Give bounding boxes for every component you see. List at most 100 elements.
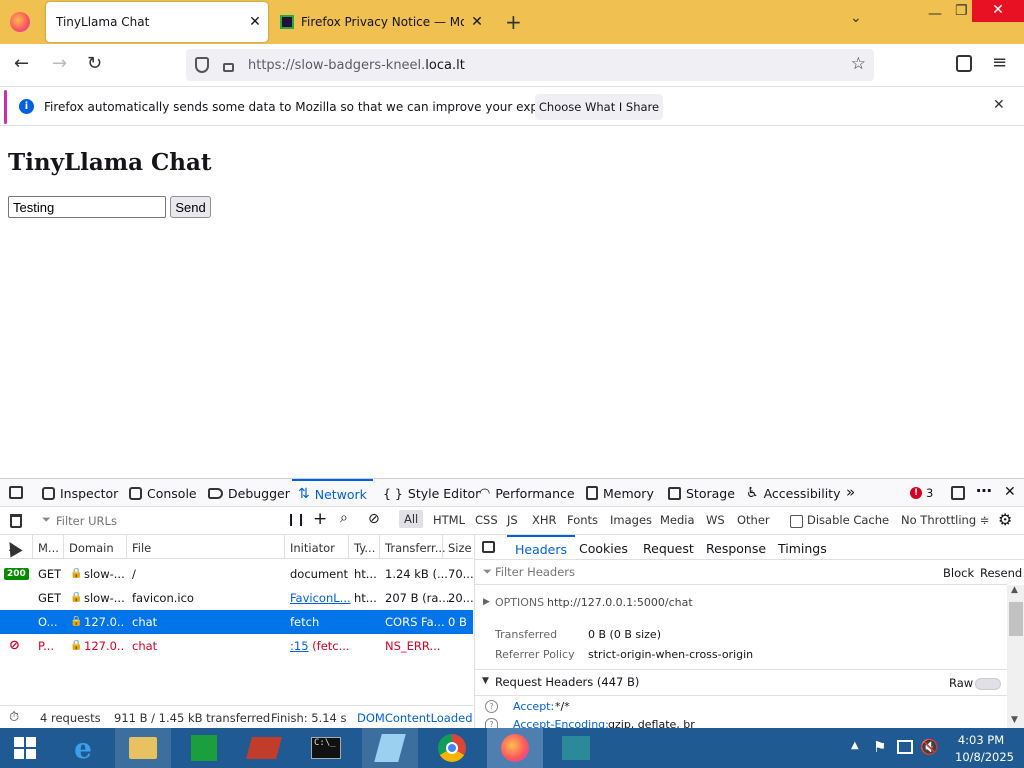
raw-toggle[interactable] <box>975 678 1001 690</box>
filter-media-button[interactable]: Media <box>660 513 695 527</box>
tab-firefox-privacy[interactable]: Firefox Privacy Notice — Mozill ✕ <box>272 2 490 42</box>
request-row[interactable]: 200 GET 🔒 slow-... / document ht... 1.24… <box>0 562 474 586</box>
lock-icon[interactable] <box>223 62 234 72</box>
clock-time[interactable]: 4:03 PM <box>955 733 1007 747</box>
tab-inspector[interactable]: Inspector <box>42 479 118 507</box>
error-count-badge[interactable]: ! 3 <box>910 486 933 500</box>
request-row-error[interactable]: ⊘ P... 🔒 127.0... chat :15 (fetc... NS_E… <box>0 634 473 658</box>
element-picker-icon[interactable] <box>9 486 23 499</box>
throttling-select[interactable]: No Throttling ≑ <box>901 513 989 527</box>
chrome-icon[interactable] <box>424 728 480 768</box>
scrollbar[interactable]: ▲ ▼ <box>1007 585 1024 729</box>
clear-trash-icon[interactable] <box>10 514 22 528</box>
reload-icon[interactable]: ↻ <box>87 53 102 74</box>
network-icon[interactable] <box>897 740 913 754</box>
tab-storage[interactable]: Storage <box>668 479 735 507</box>
firefox-taskbar-icon[interactable] <box>487 728 543 768</box>
tab-network[interactable]: ⇅ Network <box>292 479 373 507</box>
clock-date[interactable]: 10/8/2025 <box>955 750 1014 764</box>
filter-xhr-button[interactable]: XHR <box>532 513 557 527</box>
column-transferred[interactable]: Transferr... <box>385 541 446 555</box>
panel-tab-headers[interactable]: Headers <box>507 535 576 559</box>
column-initiator[interactable]: Initiator <box>290 541 335 555</box>
column-type[interactable]: Ty... <box>354 541 375 555</box>
list-tabs-chevron-icon[interactable]: ⌄ <box>850 10 862 26</box>
command-prompt-icon[interactable]: C:\_ <box>298 728 354 768</box>
chat-input[interactable] <box>8 196 166 218</box>
resend-button[interactable]: Resend <box>980 566 1022 580</box>
filter-headers-input[interactable] <box>495 563 895 581</box>
help-icon[interactable]: ? <box>485 700 498 713</box>
filter-html-button[interactable]: HTML <box>433 513 465 527</box>
dock-options-icon[interactable] <box>951 486 965 500</box>
store-icon[interactable] <box>176 728 232 768</box>
filter-fonts-button[interactable]: Fonts <box>567 513 598 527</box>
volume-muted-icon[interactable]: 🔇 <box>920 738 939 756</box>
back-arrow-icon[interactable]: ← <box>14 53 29 74</box>
add-request-icon[interactable]: + <box>313 509 327 529</box>
choose-what-i-share-button[interactable]: Choose What I Share <box>535 94 663 120</box>
column-file[interactable]: File <box>132 541 151 555</box>
filter-js-button[interactable]: JS <box>507 513 518 527</box>
forward-arrow-icon[interactable]: → <box>52 53 67 74</box>
performance-analysis-icon[interactable]: ⏱ <box>9 710 19 725</box>
firefox-logo-icon[interactable] <box>10 12 30 32</box>
tab-accessibility[interactable]: ♿ Accessibility <box>746 479 840 507</box>
url-bar[interactable]: https://slow-badgers-kneel.loca.lt ☆ <box>186 49 874 81</box>
scroll-down-arrow-icon[interactable]: ▼ <box>1011 715 1018 725</box>
start-button[interactable] <box>0 728 50 768</box>
tab-performance[interactable]: ◠ Performance <box>479 479 575 507</box>
column-method[interactable]: M... <box>38 541 59 555</box>
close-devtools-icon[interactable]: ✕ <box>1004 484 1016 500</box>
notepad-icon[interactable] <box>362 728 418 768</box>
request-row-selected[interactable]: O... 🔒 127.0... chat fetch CORS Fa... 0 … <box>0 610 473 634</box>
filter-urls-input[interactable] <box>56 511 266 531</box>
network-settings-gear-icon[interactable]: ⚙ <box>998 510 1012 529</box>
filter-other-button[interactable]: Other <box>737 513 770 527</box>
request-initiator[interactable]: :15 <box>290 639 309 653</box>
tab-style-editor[interactable]: { } Style Editor <box>383 479 480 507</box>
minimize-button[interactable]: — <box>928 6 942 22</box>
app-menu-icon[interactable]: ≡ <box>992 52 1007 73</box>
tab-debugger[interactable]: Debugger <box>208 479 290 507</box>
disable-cache-checkbox[interactable] <box>790 515 803 528</box>
show-hidden-icons-chevron-icon[interactable]: ▲ <box>851 740 859 751</box>
close-notification-icon[interactable]: ✕ <box>993 97 1005 113</box>
scrollbar-thumb[interactable] <box>1009 602 1023 636</box>
filter-images-button[interactable]: Images <box>610 513 652 527</box>
panel-tab-response[interactable]: Response <box>706 541 766 556</box>
panel-tab-request[interactable]: Request <box>643 541 694 556</box>
panel-tab-timings[interactable]: Timings <box>778 541 827 556</box>
close-tab-icon[interactable]: ✕ <box>464 14 490 30</box>
tracking-shield-icon[interactable] <box>195 57 209 73</box>
request-headers-section[interactable]: Request Headers (447 B) <box>495 675 639 689</box>
column-size[interactable]: Size <box>448 541 472 555</box>
app-icon[interactable] <box>236 728 292 768</box>
bookmark-star-icon[interactable]: ☆ <box>851 54 866 74</box>
close-window-button[interactable]: ✕ <box>972 0 1024 22</box>
new-tab-button[interactable]: + <box>505 10 522 34</box>
block-icon[interactable]: ⊘ <box>368 511 380 527</box>
filter-css-button[interactable]: CSS <box>475 513 498 527</box>
block-button[interactable]: Block <box>943 566 974 580</box>
close-tab-icon[interactable]: ✕ <box>242 14 268 30</box>
tab-memory[interactable]: Memory <box>586 479 654 507</box>
action-center-flag-icon[interactable]: ⚑ <box>873 738 886 756</box>
search-icon[interactable]: ⌕ <box>340 510 348 526</box>
file-explorer-icon[interactable] <box>115 728 171 768</box>
more-tabs-chevron-icon[interactable]: » <box>846 483 855 501</box>
restore-button[interactable]: ❐ <box>955 3 968 19</box>
internet-explorer-icon[interactable]: e <box>55 728 111 768</box>
tab-tinyllama-chat[interactable]: TinyLlama Chat ✕ <box>46 2 268 42</box>
request-row[interactable]: GET 🔒 slow-... favicon.ico FaviconL... h… <box>0 586 474 610</box>
devtools-menu-icon[interactable]: ⋯ <box>976 481 992 500</box>
extensions-icon[interactable] <box>956 55 972 72</box>
pause-icon[interactable]: ❙❙ <box>286 512 306 526</box>
column-domain[interactable]: Domain <box>69 541 114 555</box>
tab-console[interactable]: Console <box>129 479 197 507</box>
collapse-triangle-icon[interactable]: ▼ <box>482 676 489 686</box>
scroll-up-arrow-icon[interactable]: ▲ <box>1011 585 1018 595</box>
filter-all-button[interactable]: All <box>399 510 424 528</box>
request-initiator[interactable]: FaviconL... <box>290 591 351 605</box>
toggle-sidebar-icon[interactable] <box>482 541 495 553</box>
